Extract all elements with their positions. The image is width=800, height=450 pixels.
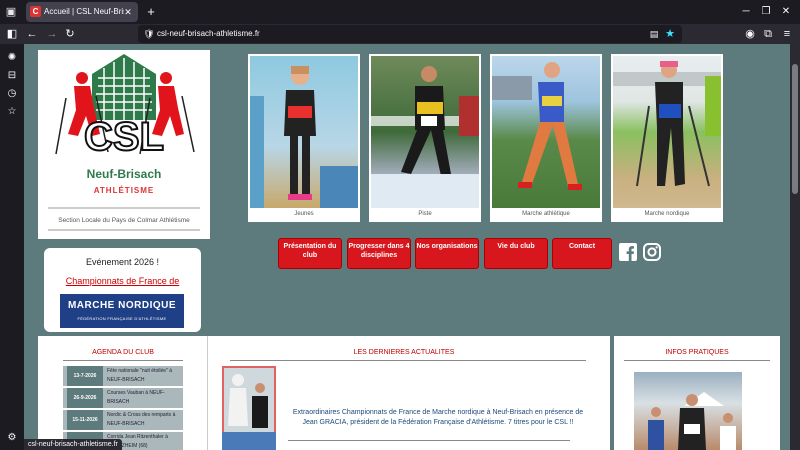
minimize-icon[interactable]: ─ — [738, 4, 754, 20]
photo-marche-nordique — [613, 56, 721, 208]
ai-chat-icon[interactable]: ✺ — [4, 50, 20, 66]
settings-icon[interactable]: ⚙ — [4, 430, 20, 446]
maximize-icon[interactable]: ❐ — [758, 4, 774, 20]
close-icon[interactable]: ✕ — [778, 4, 794, 20]
agenda-item[interactable]: 26-9-2026 Courses Vauban à NEUF-BRISACH — [63, 388, 183, 408]
photo-jeunes — [250, 56, 358, 208]
photo-card-piste[interactable]: Piste — [369, 54, 481, 222]
photo-caption: Jeunes — [294, 211, 314, 217]
nav-label: Présentation du club — [283, 243, 337, 259]
nav-label: Progresser dans 4 disciplines — [348, 243, 410, 259]
photo-caption: Piste — [418, 211, 432, 217]
logo-sport-text: ATHLÉTISME — [94, 186, 155, 195]
scrollbar-thumb[interactable] — [792, 64, 798, 194]
plus-icon[interactable]: + — [144, 4, 158, 20]
agenda-item[interactable]: 13-7-2026 Fête nationale "nuit étoilée" … — [63, 366, 183, 386]
account-icon[interactable]: ◉ — [742, 26, 758, 42]
agenda-column: AGENDA DU CLUB 13-7-2026 Fête nationale … — [38, 336, 208, 450]
infos-photo[interactable] — [634, 372, 742, 450]
instagram-icon[interactable] — [642, 242, 662, 262]
sidebar-toggle-icon[interactable]: ◧ — [4, 26, 20, 42]
divider — [63, 360, 183, 361]
divider — [624, 360, 770, 361]
hamburger-menu-icon[interactable]: ≡ — [779, 26, 795, 42]
photo-caption: Marche athlétique — [522, 211, 570, 217]
url-text[interactable]: csl-neuf-brisach-athletisme.fr — [157, 28, 260, 40]
star-icon[interactable]: ★ — [664, 27, 676, 41]
csl-logo-graphic: CSL Neuf-Brisach ATHLÉTISME Section Loca… — [48, 54, 200, 231]
reload-icon[interactable]: ↻ — [62, 26, 78, 42]
browser-sidebar: ✺ ⊟ ◷ ☆ ⚙ — [0, 44, 24, 450]
page-scrollbar[interactable] — [790, 44, 800, 450]
extensions-icon[interactable]: ⧉ — [760, 26, 776, 42]
agenda-text: Courses Vauban à NEUF-BRISACH — [107, 390, 165, 405]
agenda-date: 26-9-2026 — [67, 388, 103, 408]
reader-view-icon[interactable]: ▤ — [648, 27, 660, 41]
navigation-toolbar: ◧ ← → ↻ 🛡 csl-neuf-brisach-athletisme.fr… — [0, 24, 800, 44]
photo-card-marche-nordique[interactable]: Marche nordique — [611, 54, 723, 222]
forward-arrow-icon[interactable]: → — [44, 26, 60, 42]
back-arrow-icon[interactable]: ← — [24, 26, 40, 42]
close-icon[interactable]: ✕ — [122, 5, 134, 19]
logo-csl-text: CSL — [84, 115, 164, 159]
facebook-icon[interactable] — [618, 242, 638, 262]
web-page: CSL Neuf-Brisach ATHLÉTISME Section Loca… — [24, 44, 790, 450]
bookmarks-icon[interactable]: ☆ — [4, 104, 20, 120]
news-thumbnail[interactable] — [222, 366, 276, 450]
event-box: Evénement 2026 ! Championnats de France … — [44, 248, 201, 332]
logo-city-text: Neuf-Brisach — [87, 167, 162, 181]
event-link[interactable]: Championnats de France de — [44, 275, 201, 287]
site-favicon: C — [30, 6, 41, 17]
history-icon[interactable]: ◷ — [4, 86, 20, 102]
nav-presentation-du-club[interactable]: Présentation du club — [278, 238, 342, 269]
infos-column: INFOS PRATIQUES — [614, 336, 780, 450]
agenda-date: 15-11-2026 — [67, 410, 103, 430]
news-title: LES DERNIERES ACTUALITES — [353, 349, 455, 356]
active-tab[interactable]: C Accueil | CSL Neuf-Brisach athlétisme … — [26, 2, 138, 22]
agenda-item[interactable]: 15-11-2026 Nordic & Cross des remparts à… — [63, 410, 183, 430]
infos-title: INFOS PRATIQUES — [665, 349, 729, 356]
nav-vie-du-club[interactable]: Vie du club — [484, 238, 548, 269]
logo-section-text: Section Locale du Pays de Colmar Athléti… — [58, 217, 190, 224]
window-icon[interactable]: ▣ — [4, 5, 18, 19]
event-title: Evénement 2026 ! — [85, 257, 160, 267]
nav-nos-organisations[interactable]: Nos organisations — [415, 238, 479, 269]
news-headline[interactable]: Extraordinaires Championnats de France d… — [288, 408, 588, 428]
nav-label: Contact — [568, 243, 596, 250]
mn-logo-title: MARCHE NORDIQUE — [67, 300, 177, 311]
agenda-date: 13-7-2026 — [67, 366, 103, 386]
tab-bar: ▣ C Accueil | CSL Neuf-Brisach athlétism… — [0, 0, 800, 24]
nav-contact[interactable]: Contact — [552, 238, 612, 269]
nav-label: Vie du club — [497, 243, 535, 250]
agenda-text: Nordic & Cross des remparts à NEUF-BRISA… — [107, 412, 176, 427]
club-logo[interactable]: CSL Neuf-Brisach ATHLÉTISME Section Loca… — [38, 50, 210, 239]
marche-nordique-logo[interactable]: MARCHE NORDIQUE FÉDÉRATION FRANÇAISE D'A… — [60, 294, 184, 328]
divider — [230, 360, 586, 361]
divider — [288, 440, 570, 441]
agenda-text: Fête nationale "nuit étoilée" à NEUF-BRI… — [107, 368, 172, 383]
news-column: LES DERNIERES ACTUALITES Extraordinaires… — [210, 336, 598, 450]
status-url: csl-neuf-brisach-athletisme.fr — [24, 439, 122, 450]
mn-logo-sub: FÉDÉRATION FRANÇAISE D'ATHLÉTISME — [77, 316, 167, 321]
agenda-title: AGENDA DU CLUB — [92, 349, 154, 356]
synced-tabs-icon[interactable]: ⊟ — [4, 68, 20, 84]
photo-card-jeunes[interactable]: Jeunes — [248, 54, 360, 222]
nav-label: Nos organisations — [416, 243, 478, 250]
photo-card-marche-athletique[interactable]: Marche athlétique — [490, 54, 602, 222]
photo-caption: Marche nordique — [644, 211, 690, 217]
address-bar[interactable]: 🛡 csl-neuf-brisach-athletisme.fr ▤ ★ — [138, 25, 682, 43]
tab-title: Accueil | CSL Neuf-Brisach athlétisme — [44, 7, 124, 16]
nav-progresser[interactable]: Progresser dans 4 disciplines — [347, 238, 411, 269]
lower-content: AGENDA DU CLUB 13-7-2026 Fête nationale … — [38, 336, 610, 450]
lock-icon[interactable]: 🛡 — [143, 27, 155, 41]
photo-piste — [371, 56, 479, 208]
photo-marche-athletique — [492, 56, 600, 208]
